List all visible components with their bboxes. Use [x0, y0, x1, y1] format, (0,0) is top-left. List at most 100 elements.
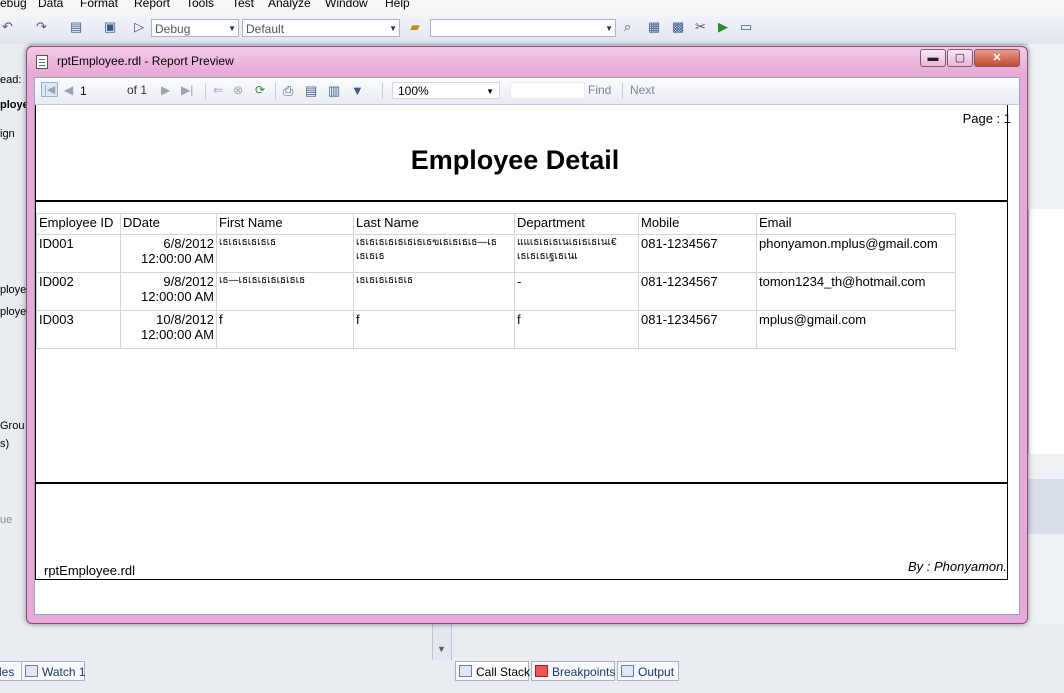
table-row: ID002 9/8/2012 12:00:00 AM เธ—เธเธเธเธเธเ… [36, 272, 956, 311]
minimize-button[interactable]: ▬ [920, 49, 946, 67]
tab-locals[interactable]: les [0, 661, 22, 681]
page-number-input[interactable] [80, 83, 110, 98]
print-icon[interactable]: ⎙ [283, 83, 293, 99]
report-title: Employee Detail [410, 145, 620, 175]
save-icon[interactable]: ▤ [70, 19, 82, 35]
menu-report[interactable]: Report [134, 0, 170, 9]
start-debug-icon[interactable]: ▷ [134, 19, 144, 35]
toolbox-icon[interactable]: ▩ [672, 19, 684, 35]
cell-ddate: 10/8/2012 12:00:00 AM [120, 310, 217, 349]
footer-divider [35, 482, 1008, 484]
cell-mobile: 081-1234567 [638, 310, 757, 349]
find-combo[interactable]: ▼ [430, 19, 616, 37]
run-icon[interactable]: ▶ [718, 19, 728, 35]
print-layout-icon[interactable]: ▤ [305, 83, 317, 99]
header-divider [35, 200, 1008, 202]
platform-combo[interactable]: Default ▼ [242, 19, 400, 37]
left-label: ploye [0, 284, 27, 296]
ide-toolbar: ↶ ↷ ▤ ▣ ▷ Debug ▼ Default ▼ ▰ ▼ ⌕ ▦ ▩ ✂ ▶ … [0, 12, 1064, 45]
tab-label: Breakpoints [552, 665, 616, 679]
undo-icon[interactable]: ↶ [2, 19, 13, 35]
menu-window[interactable]: Window [325, 0, 368, 9]
tab-call-stack[interactable]: Call Stack [455, 661, 531, 681]
left-label: ploye [0, 99, 29, 111]
previous-page-icon[interactable]: ◀ [64, 83, 73, 97]
maximize-button[interactable]: ▢ [947, 49, 973, 67]
splitter[interactable]: ▼ [432, 624, 452, 660]
menu-test[interactable]: Test [232, 0, 254, 9]
refresh-icon[interactable]: ⟳ [255, 83, 265, 97]
tab-label: Call Stack [476, 665, 531, 679]
next-page-icon[interactable]: ▶ [161, 83, 170, 97]
column-header-ddate: DDate [120, 213, 217, 235]
cell-email: phonyamon.mplus@gmail.com [756, 234, 956, 273]
report-viewer: |◀ ◀ of 1 ▶ ▶| ⇐ ⊗ ⟳ ⎙ ▤ ▥ ▼ 100%▼ Find … [34, 77, 1020, 615]
cell-date: 6/8/2012 [163, 236, 214, 251]
cell-department: แแเธเธเธเนเธเธเธเนเ€ เธเธเธเฐเธเนเ [514, 234, 639, 273]
call-stack-icon [459, 665, 472, 677]
last-page-icon[interactable]: ▶| [181, 83, 193, 97]
window-icon[interactable]: ▣ [104, 19, 116, 35]
output-icon [621, 665, 634, 677]
left-label: ue [0, 514, 13, 526]
menu-format[interactable]: Format [80, 0, 118, 9]
page-count: of 1 [127, 83, 148, 97]
zoom-select[interactable]: 100% ▼ [392, 82, 500, 99]
tools-icon[interactable]: ✂ [695, 19, 706, 35]
report-toolbar: |◀ ◀ of 1 ▶ ▶| ⇐ ⊗ ⟳ ⎙ ▤ ▥ ▼ 100%▼ Find … [35, 78, 1019, 105]
first-page-icon[interactable]: |◀ [41, 82, 59, 97]
cell-employee-id: ID002 [36, 272, 121, 311]
find-link[interactable]: Find [588, 83, 611, 97]
folder-icon[interactable]: ▰ [410, 19, 420, 35]
maximize-icon: ▢ [954, 52, 966, 64]
tab-output[interactable]: Output [617, 661, 679, 681]
menu-debug[interactable]: ebug [0, 0, 27, 9]
right-panel-band [1028, 479, 1064, 534]
close-button[interactable]: ✕ [974, 49, 1020, 67]
watch-icon [25, 665, 38, 677]
page-border [1007, 105, 1008, 580]
find-in-files-icon[interactable]: ⌕ [624, 19, 631, 35]
properties-icon[interactable]: ▦ [648, 19, 660, 35]
cell-ddate: 9/8/2012 12:00:00 AM [120, 272, 217, 311]
cell-mobile: 081-1234567 [638, 234, 757, 273]
page-bottom-border [35, 579, 1008, 580]
cell-ddate: 6/8/2012 12:00:00 AM [120, 234, 217, 273]
tab-breakpoints[interactable]: Breakpoints [531, 661, 615, 681]
back-icon[interactable]: ⇐ [213, 83, 223, 97]
report-preview-window: rptEmployee.rdl - Report Preview ▬ ▢ ✕ |… [26, 46, 1028, 624]
menu-help[interactable]: Help [385, 0, 410, 9]
column-header-first-name: First Name [216, 213, 354, 235]
right-panel [1028, 44, 1064, 654]
separator [622, 83, 623, 99]
cell-department: f [514, 310, 639, 349]
chevron-down-icon: ▼ [486, 87, 494, 96]
menu-data[interactable]: Data [38, 0, 63, 9]
tab-watch[interactable]: Watch 1 [21, 661, 86, 681]
window-titlebar[interactable]: rptEmployee.rdl - Report Preview ▬ ▢ ✕ [27, 47, 1027, 77]
employee-table: Employee ID DDate First Name Last Name D… [36, 213, 956, 349]
cell-email: mplus@gmail.com [756, 310, 956, 349]
menu-analyze[interactable]: Analyze [268, 0, 311, 9]
left-tab[interactable]: ign [0, 128, 15, 140]
redo-icon[interactable]: ↷ [36, 19, 47, 35]
chevron-down-icon: ▼ [228, 24, 236, 33]
page-setup-icon[interactable]: ▥ [328, 83, 340, 99]
next-link[interactable]: Next [630, 83, 655, 97]
cell-date: 9/8/2012 [163, 274, 214, 289]
close-icon: ✕ [992, 52, 1002, 64]
report-file-icon [36, 55, 48, 69]
stop-icon[interactable]: ⊗ [233, 83, 243, 97]
separator [382, 83, 383, 99]
menu-tools[interactable]: Tools [186, 0, 214, 9]
cell-first-name: เธ—เธเธเธเธเธเธเธ [216, 272, 354, 311]
find-input[interactable] [510, 82, 585, 99]
column-header-employee-id: Employee ID [36, 213, 121, 235]
export-icon[interactable]: ▼ [351, 83, 364, 98]
bottom-dock [0, 624, 1064, 693]
cell-last-name: เธเธเธเธเธเธเธเธฃเธเธเธเธ—เธ เธเธเธ [353, 234, 515, 273]
column-header-last-name: Last Name [353, 213, 515, 235]
config-combo[interactable]: Debug ▼ [151, 19, 239, 37]
cell-time: 12:00:00 AM [141, 289, 214, 304]
command-window-icon[interactable]: ▭ [740, 19, 752, 35]
